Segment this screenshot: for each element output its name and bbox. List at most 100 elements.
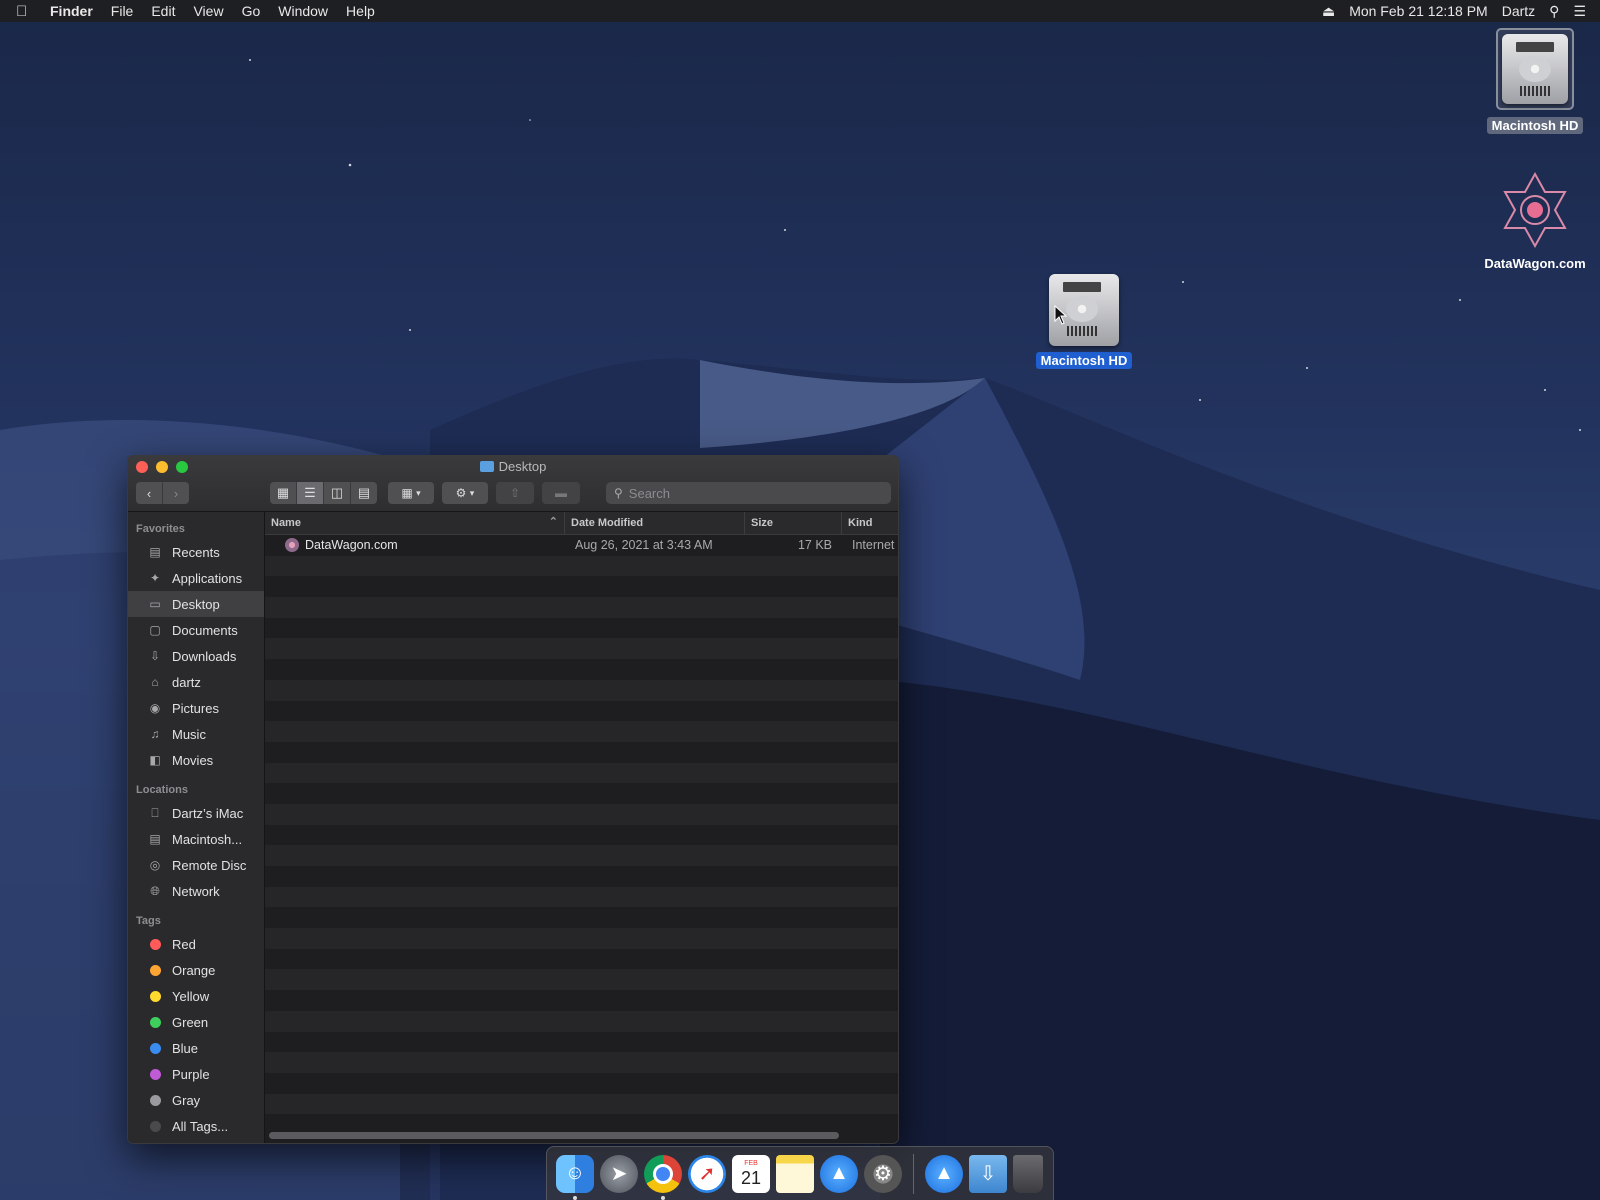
downloads-folder-icon[interactable]: ⇩ [969, 1154, 1007, 1193]
menubar-clock[interactable]: Mon Feb 21 12:18 PM [1349, 3, 1488, 19]
sidebar-tag-orange[interactable]: Orange [128, 957, 264, 983]
table-row[interactable]: DataWagon.com Aug 26, 2021 at 3:43 AM 17… [265, 535, 898, 556]
sidebar-item-label: dartz [172, 674, 201, 690]
tag-icon: ▬ [555, 486, 567, 500]
sidebar-item-movies[interactable]: ◧ Movies [128, 747, 264, 773]
empty-row [265, 576, 898, 597]
empty-row [265, 928, 898, 949]
safari-icon[interactable]: ➚ [688, 1154, 726, 1193]
sidebar-item-label: Red [172, 936, 196, 952]
downloads-icon: ⇩ [149, 649, 161, 663]
sidebar-item-home[interactable]: ⌂ dartz [128, 669, 264, 695]
yellow-tag-dot-icon [149, 990, 161, 1002]
sidebar-tag-blue[interactable]: Blue [128, 1035, 264, 1061]
desktop-icon-macintosh-hd-dragged[interactable]: Macintosh HD [1034, 274, 1134, 369]
sidebar-item-documents[interactable]: ▢ Documents [128, 617, 264, 643]
desktop-icon-datawagon[interactable]: DataWagon.com [1475, 170, 1595, 271]
column-header-date-modified[interactable]: Date Modified [565, 512, 745, 534]
apple-menu-icon[interactable]:  [16, 3, 38, 20]
sidebar-tag-yellow[interactable]: Yellow [128, 983, 264, 1009]
sidebar-item-recents[interactable]: ▤ Recents [128, 539, 264, 565]
chrome-icon[interactable] [644, 1154, 682, 1200]
launchpad-icon[interactable]: ➤ [600, 1154, 638, 1193]
back-button[interactable]: ‹ [136, 482, 163, 504]
share-button[interactable]: ⇧ [496, 482, 534, 504]
column-header-name[interactable]: Name ⌃ [265, 512, 565, 534]
spotlight-icon[interactable]: ⚲ [1549, 3, 1559, 20]
sidebar-header-locations: Locations [136, 784, 188, 796]
menu-help[interactable]: Help [346, 3, 375, 19]
empty-row [265, 949, 898, 970]
desktop-icon-label: DataWagon.com [1484, 256, 1586, 271]
desktop-icon: ▭ [149, 597, 161, 611]
menu-app-finder[interactable]: Finder [50, 3, 93, 19]
empty-row [265, 597, 898, 618]
forward-button[interactable]: › [163, 482, 189, 504]
sidebar-item-label: Gray [172, 1092, 201, 1108]
empty-row [265, 555, 898, 577]
all-tags-icon [149, 1120, 161, 1132]
empty-row [265, 701, 898, 722]
sidebar-item-network[interactable]: 🌐︎ Network [128, 878, 264, 904]
app-store-icon[interactable]: ▲ [820, 1154, 858, 1193]
sidebar-item-remote-disc[interactable]: ◎ Remote Disc [128, 852, 264, 878]
menu-view[interactable]: View [193, 3, 223, 19]
sidebar-item-applications[interactable]: ✦ Applications [128, 565, 264, 591]
notes-icon[interactable] [776, 1154, 814, 1193]
menu-file[interactable]: File [111, 3, 134, 19]
search-field[interactable]: ⚲ Search [606, 482, 891, 504]
dock-separator [913, 1153, 914, 1194]
edit-tags-button[interactable]: ▬ [542, 482, 580, 504]
purple-tag-dot-icon [149, 1068, 161, 1080]
sidebar-item-macintosh-hd[interactable]: ▤ Macintosh... [128, 826, 264, 852]
column-header-kind[interactable]: Kind [842, 512, 898, 534]
action-menu-button[interactable]: ⚙ ▾ [442, 482, 488, 504]
gallery-view-button[interactable]: ▤ [351, 482, 377, 504]
menu-go[interactable]: Go [242, 3, 261, 19]
sidebar-item-label: Yellow [172, 988, 210, 1004]
app-store-downloads-icon[interactable]: ▲ [925, 1154, 963, 1193]
sidebar-tag-gray[interactable]: Gray [128, 1087, 264, 1113]
menu-window[interactable]: Window [278, 3, 328, 19]
icon-view-button[interactable]: ▦ [270, 482, 297, 504]
sidebar-item-label: Applications [172, 570, 243, 586]
eject-icon[interactable]: ⏏ [1322, 3, 1335, 20]
file-date: Aug 26, 2021 at 3:43 AM [575, 538, 713, 553]
empty-row [265, 1032, 898, 1053]
column-view-button[interactable]: ◫ [324, 482, 351, 504]
group-by-button[interactable]: ▦ ▾ [388, 482, 434, 504]
sidebar-item-label: Green [172, 1014, 209, 1030]
sidebar-item-pictures[interactable]: ◉ Pictures [128, 695, 264, 721]
sidebar-item-downloads[interactable]: ⇩ Downloads [128, 643, 264, 669]
finder-icon[interactable]: ☺ [556, 1154, 594, 1200]
sidebar-item-label: Dartz’s iMac [172, 805, 244, 821]
desktop-icon-macintosh-hd-top[interactable]: Macintosh HD [1485, 28, 1585, 134]
sidebar-item-imac[interactable]: ⎕ Dartz’s iMac [128, 800, 264, 826]
empty-row [265, 742, 898, 763]
sidebar-tag-green[interactable]: Green [128, 1009, 264, 1035]
sidebar-all-tags[interactable]: All Tags... [128, 1113, 264, 1139]
applications-icon: ✦ [149, 571, 161, 585]
trash-icon[interactable] [1013, 1154, 1043, 1193]
menubar-user[interactable]: Dartz [1502, 3, 1535, 19]
empty-row [265, 1052, 898, 1073]
list-view-button[interactable]: ☰ [297, 482, 324, 504]
empty-row [265, 803, 898, 825]
calendar-icon[interactable]: FEB 21 [732, 1154, 770, 1193]
menu-edit[interactable]: Edit [151, 3, 175, 19]
system-preferences-icon[interactable]: ⚙ [864, 1154, 902, 1193]
sidebar-tag-red[interactable]: Red [128, 931, 264, 957]
sidebar-tag-purple[interactable]: Purple [128, 1061, 264, 1087]
sidebar-item-desktop[interactable]: ▭ Desktop [128, 591, 264, 617]
empty-row [265, 1093, 898, 1115]
disk-icon: ▤ [149, 832, 161, 846]
sidebar-item-label: Macintosh... [172, 831, 243, 847]
sidebar-item-music[interactable]: ♫ Music [128, 721, 264, 747]
notification-center-icon[interactable]: ☰ [1573, 3, 1586, 20]
red-tag-dot-icon [149, 938, 161, 950]
horizontal-scrollbar[interactable] [269, 1132, 839, 1139]
empty-row [265, 907, 898, 928]
view-mode-control: ▦ ☰ ◫ ▤ [270, 482, 377, 504]
column-header-size[interactable]: Size [745, 512, 842, 534]
empty-row [265, 659, 898, 680]
